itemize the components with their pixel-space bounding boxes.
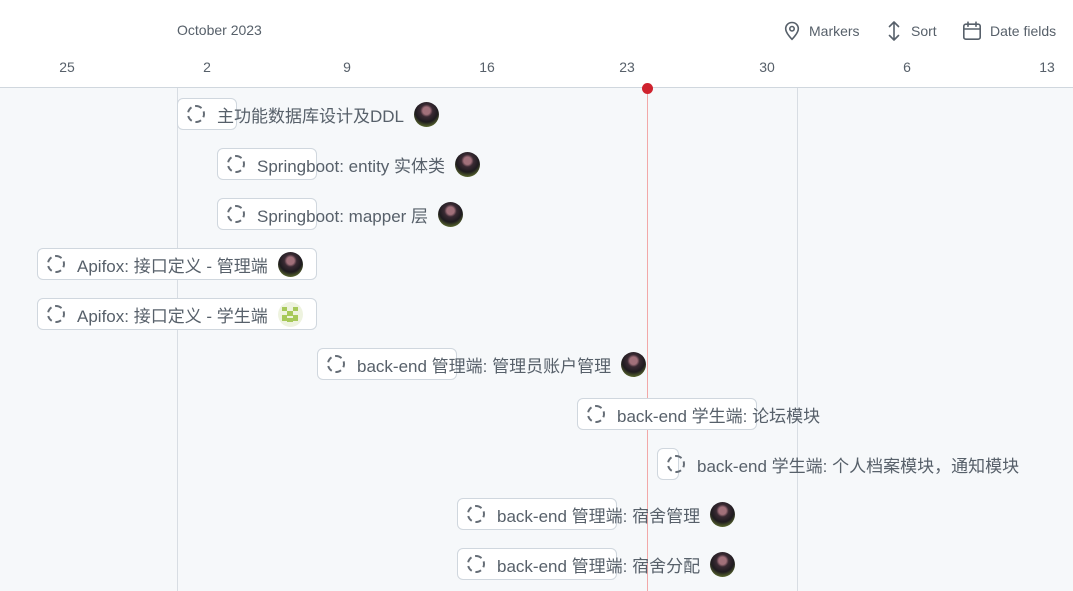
- roadmap-item[interactable]: back-end 管理端: 宿舍管理: [467, 498, 736, 530]
- date-tick: 23: [619, 59, 635, 75]
- assignee-avatar[interactable]: [438, 201, 464, 227]
- roadmap-item[interactable]: back-end 管理端: 宿舍分配: [467, 548, 736, 580]
- item-title: Springboot: entity 实体类: [257, 156, 446, 176]
- draft-status-icon: [47, 305, 65, 323]
- item-title: 主功能数据库设计及DDL: [217, 106, 405, 126]
- draft-status-icon: [587, 405, 605, 423]
- sort-label: Sort: [911, 23, 937, 39]
- draft-status-icon: [47, 255, 65, 273]
- item-title: back-end 管理端: 管理员账户管理: [357, 356, 612, 376]
- timeline-header: October 2023 25 2 9 16 23 30 6 13 Marker…: [0, 0, 1073, 88]
- month-boundary-line: [177, 88, 178, 591]
- draft-status-icon: [187, 105, 205, 123]
- calendar-icon: [962, 21, 981, 41]
- date-fields-label: Date fields: [990, 23, 1057, 39]
- roadmap-item[interactable]: Apifox: 接口定义 - 学生端: [47, 298, 303, 330]
- assignee-avatar[interactable]: [455, 151, 481, 177]
- draft-status-icon: [227, 205, 245, 223]
- date-tick: 30: [759, 59, 775, 75]
- item-title: back-end 学生端: 论坛模块: [617, 406, 821, 426]
- date-tick: 25: [59, 59, 75, 75]
- roadmap-item[interactable]: 主功能数据库设计及DDL: [187, 98, 440, 130]
- roadmap-item[interactable]: Springboot: mapper 层: [227, 198, 464, 230]
- date-tick: 16: [479, 59, 495, 75]
- roadmap-item[interactable]: back-end 学生端: 个人档案模块，通知模块: [667, 448, 1019, 480]
- draft-status-icon: [327, 355, 345, 373]
- sort-button[interactable]: Sort: [885, 19, 937, 43]
- today-marker: [642, 83, 653, 94]
- item-title: back-end 学生端: 个人档案模块，通知模块: [697, 456, 1020, 476]
- date-tick: 9: [343, 59, 351, 75]
- map-pin-icon: [784, 21, 800, 41]
- markers-button[interactable]: Markers: [783, 19, 860, 43]
- assignee-avatar[interactable]: [414, 101, 440, 127]
- draft-status-icon: [467, 555, 485, 573]
- item-title: Springboot: mapper 层: [257, 206, 429, 226]
- date-fields-button[interactable]: Date fields: [962, 19, 1056, 43]
- roadmap-item[interactable]: Apifox: 接口定义 - 管理端: [47, 248, 303, 280]
- month-label: October 2023: [177, 22, 262, 38]
- assignee-avatar[interactable]: [277, 251, 303, 277]
- item-title: back-end 管理端: 宿舍管理: [497, 506, 701, 526]
- month-boundary-line: [797, 88, 798, 591]
- assignee-avatar[interactable]: [710, 501, 736, 527]
- draft-status-icon: [227, 155, 245, 173]
- assignee-avatar[interactable]: [710, 551, 736, 577]
- date-tick: 13: [1039, 59, 1055, 75]
- item-title: back-end 管理端: 宿舍分配: [497, 556, 701, 576]
- item-title: Apifox: 接口定义 - 管理端: [77, 256, 268, 276]
- markers-label: Markers: [809, 23, 860, 39]
- draft-status-icon: [467, 505, 485, 523]
- date-tick: 2: [203, 59, 211, 75]
- sort-arrows-icon: [888, 21, 900, 41]
- item-title: Apifox: 接口定义 - 学生端: [77, 306, 268, 326]
- date-tick: 6: [903, 59, 911, 75]
- draft-status-icon: [667, 455, 685, 473]
- roadmap-item[interactable]: back-end 管理端: 管理员账户管理: [327, 348, 647, 380]
- identicon-avatar[interactable]: [277, 301, 303, 327]
- assignee-avatar[interactable]: [621, 351, 647, 377]
- roadmap-item[interactable]: Springboot: entity 实体类: [227, 148, 481, 180]
- roadmap-item[interactable]: back-end 学生端: 论坛模块: [587, 398, 820, 430]
- identicon-icon: [282, 307, 299, 322]
